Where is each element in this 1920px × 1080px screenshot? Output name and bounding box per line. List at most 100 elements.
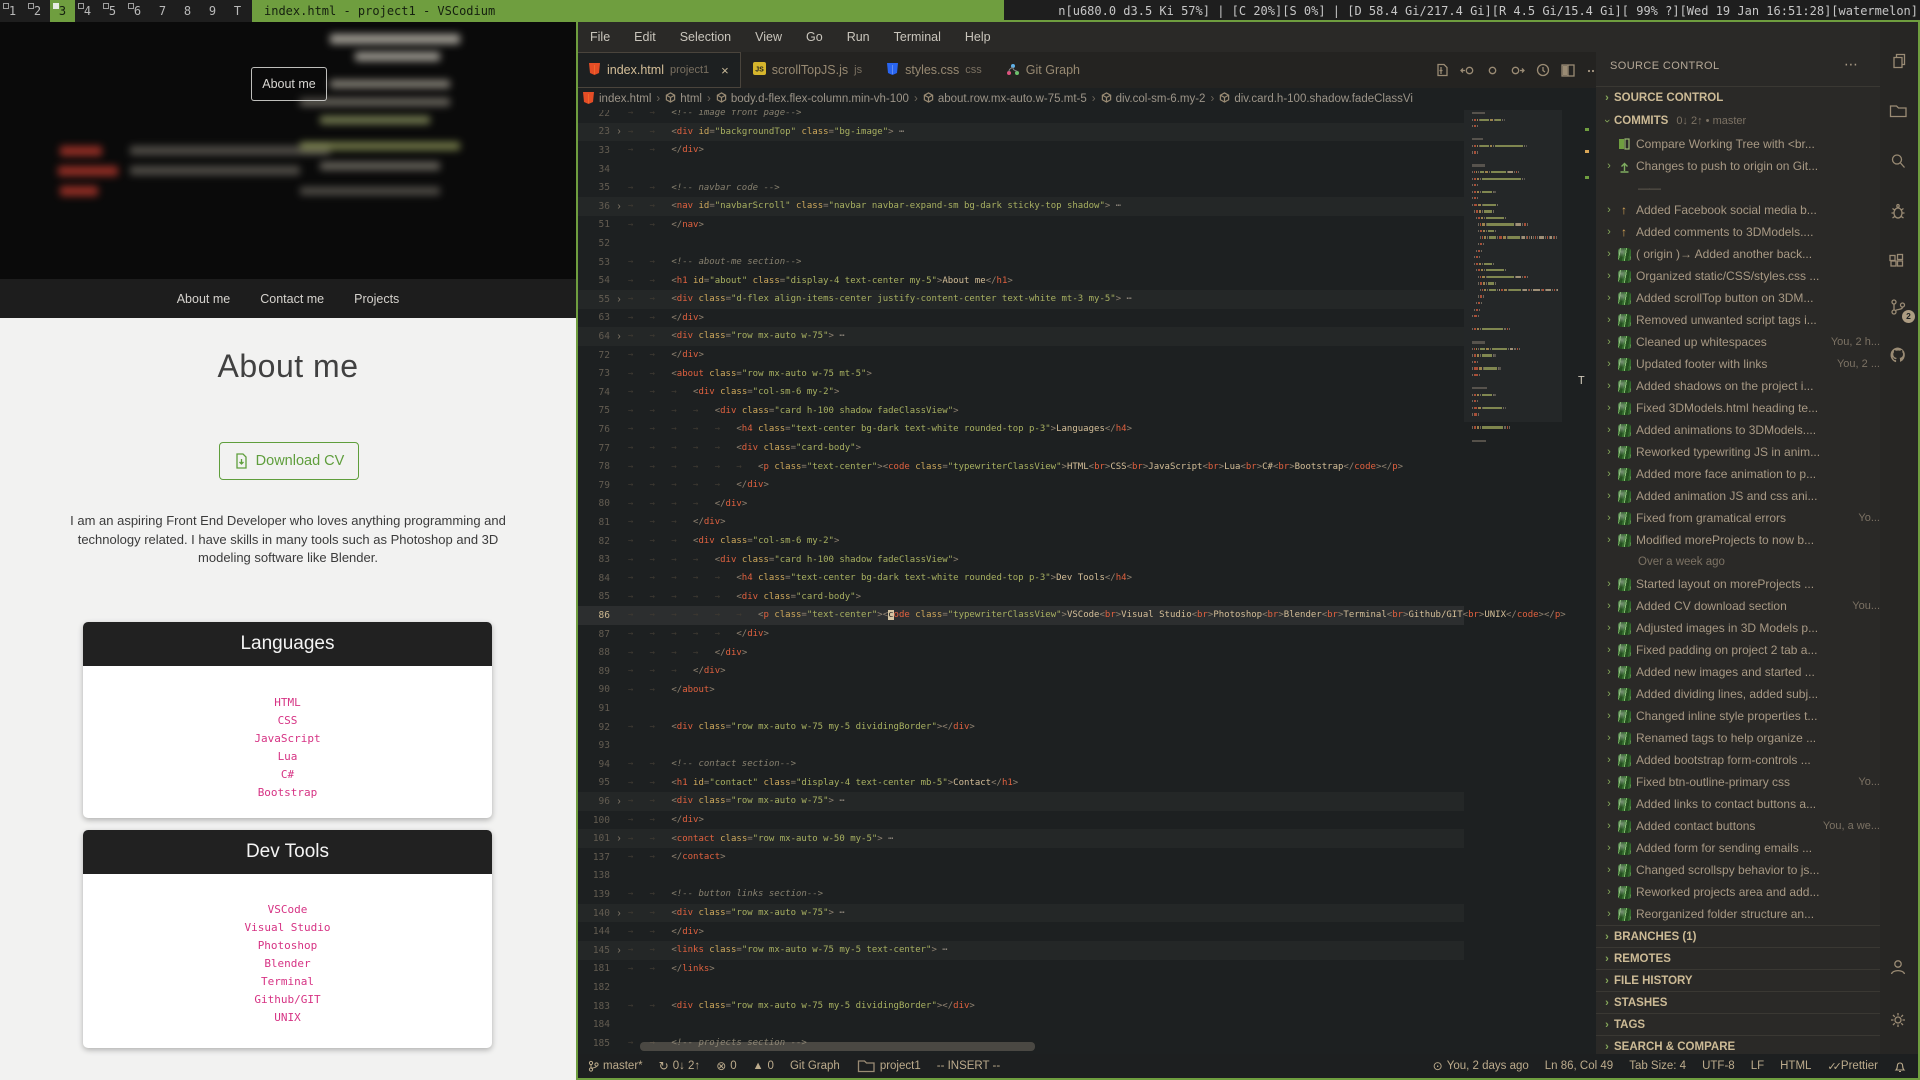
menu-edit[interactable]: Edit — [634, 30, 656, 44]
file-compare-icon[interactable] — [1436, 63, 1449, 77]
code-line-140[interactable]: 140 › → → <div class="row mx-auto w-75"> ⋯ — [576, 904, 1464, 923]
chevron-right-icon[interactable]: › — [1602, 270, 1616, 282]
workspace-tag-9[interactable]: 9 — [200, 0, 225, 22]
commit-row[interactable]: › Adjusted images in 3D Models p... — [1596, 617, 1880, 639]
next-change-icon[interactable] — [1510, 64, 1525, 77]
status-item-ln-86-col-49[interactable]: Ln 86, Col 49 — [1545, 1060, 1613, 1072]
status-item-utf-8[interactable]: UTF-8 — [1702, 1060, 1735, 1072]
chevron-right-icon[interactable]: › — [1602, 644, 1616, 656]
commit-row[interactable]: › Added animations to 3DModels.... — [1596, 419, 1880, 441]
chevron-right-icon[interactable]: › — [1602, 886, 1616, 898]
code-line-181[interactable]: 181 → → </links> — [576, 960, 1464, 979]
scm-section-file-history[interactable]: › FILE HISTORY — [1596, 969, 1880, 992]
scm-section-stashes[interactable]: › STASHES — [1596, 991, 1880, 1014]
status-item-0[interactable]: ⊗ 0 — [716, 1059, 736, 1073]
chevron-right-icon[interactable]: › — [1602, 512, 1616, 524]
chevron-right-icon[interactable]: › — [1602, 358, 1616, 370]
code-line-182[interactable]: 182 — [576, 978, 1464, 997]
workspace-tag-4[interactable]: 4 — [75, 0, 100, 22]
status-item-lf[interactable]: LF — [1751, 1060, 1764, 1072]
workspace-tag-8[interactable]: 8 — [175, 0, 200, 22]
code-line-79[interactable]: 79 → → → → → </div> — [576, 476, 1464, 495]
chevron-right-icon[interactable]: › — [1602, 402, 1616, 414]
chevron-right-icon[interactable]: › — [1602, 204, 1616, 216]
chevron-right-icon[interactable]: › — [1602, 424, 1616, 436]
settings-icon[interactable] — [1888, 1010, 1910, 1032]
code-line-52[interactable]: 52 — [576, 234, 1464, 253]
commit-row[interactable]: › Added dividing lines, added subj... — [1596, 683, 1880, 705]
code-line-84[interactable]: 84 → → → → → <h4 class="text-center bg-da… — [576, 569, 1464, 588]
code-line-93[interactable]: 93 — [576, 736, 1464, 755]
commit-row[interactable]: › Modified moreProjects to now b... — [1596, 529, 1880, 551]
menu-file[interactable]: File — [590, 30, 610, 44]
breadcrumb-item[interactable]: div.card.h-100.shadow.fadeClassVi — [1219, 92, 1413, 106]
files-icon[interactable] — [1888, 51, 1910, 73]
workspace-tag-3[interactable]: 3 — [50, 0, 75, 22]
chevron-right-icon[interactable]: › — [1602, 248, 1616, 260]
fold-chevron-icon[interactable]: › — [610, 331, 628, 342]
commit-row[interactable]: › Changed inline style properties t... — [1596, 705, 1880, 727]
commit-row[interactable]: › Added contact buttons You, a we... — [1596, 815, 1880, 837]
code-line-91[interactable]: 91 — [576, 699, 1464, 718]
status-item-0[interactable]: ▲ 0 — [753, 1060, 774, 1072]
folder-icon[interactable] — [1888, 101, 1910, 123]
commit-row[interactable]: › Fixed from gramatical errors Yo... — [1596, 507, 1880, 529]
chevron-right-icon[interactable]: › — [1602, 908, 1616, 920]
code-line-35[interactable]: 35 → → <!-- navbar code --> — [576, 178, 1464, 197]
commits-header[interactable]: › COMMITS 0↓ 2↑ • master — [1596, 110, 1880, 132]
chevron-right-icon[interactable]: › — [1602, 688, 1616, 700]
code-line-183[interactable]: 183 → → <div class="row mx-auto w-75 my-5… — [576, 997, 1464, 1016]
chevron-right-icon[interactable]: › — [1602, 798, 1616, 810]
commit-row[interactable]: › Renamed tags to help organize ... — [1596, 727, 1880, 749]
code-line-145[interactable]: 145 › → → <links class="row mx-auto w-75 m… — [576, 941, 1464, 960]
code-line-82[interactable]: 82 → → → <div class="col-sm-6 my-2"> — [576, 532, 1464, 551]
workspace-tag-1[interactable]: 1 — [0, 0, 25, 22]
code-line-94[interactable]: 94 → → <!-- contact section--> — [576, 755, 1464, 774]
code-line-80[interactable]: 80 → → → → </div> — [576, 495, 1464, 514]
commit-row[interactable]: › ( origin )→ Added another back... — [1596, 243, 1880, 265]
code-line-53[interactable]: 53 → → <!-- about-me section--> — [576, 253, 1464, 272]
status-item--insert-[interactable]: -- INSERT -- — [937, 1060, 1000, 1072]
status-item-html[interactable]: HTML — [1780, 1060, 1811, 1072]
chevron-right-icon[interactable]: › — [1602, 732, 1616, 744]
commit-row[interactable]: › Added scrollTop button on 3DM... — [1596, 287, 1880, 309]
code-line-139[interactable]: 139 → → <!-- button links section--> — [576, 885, 1464, 904]
chevron-right-icon[interactable]: › — [1602, 622, 1616, 634]
code-line-89[interactable]: 89 → → → </div> — [576, 662, 1464, 681]
chevron-right-icon[interactable]: › — [1602, 710, 1616, 722]
commit-row[interactable]: › Added links to contact buttons a... — [1596, 793, 1880, 815]
search-icon[interactable] — [1888, 151, 1910, 173]
code-line-96[interactable]: 96 › → → <div class="row mx-auto w-75"> ⋯ — [576, 792, 1464, 811]
commit-row[interactable]: › Reorganized folder structure an... — [1596, 903, 1880, 925]
code-line-54[interactable]: 54 → → <h1 id="about" class="display-4 te… — [576, 271, 1464, 290]
code-line-74[interactable]: 74 → → → <div class="col-sm-6 my-2"> — [576, 383, 1464, 402]
breadcrumb-item[interactable]: body.d-flex.flex-column.min-vh-100 — [716, 92, 909, 106]
github-icon[interactable] — [1888, 345, 1910, 367]
fold-chevron-icon[interactable]: › — [610, 796, 628, 807]
breadcrumb-item[interactable]: div.col-sm-6.my-2 — [1101, 92, 1205, 106]
breadcrumb-item[interactable]: about.row.mx-auto.w-75.mt-5 — [923, 92, 1087, 106]
code-line-92[interactable]: 92 → → <div class="row mx-auto w-75 my-5 … — [576, 718, 1464, 737]
minimap[interactable] — [1464, 88, 1562, 1054]
extensions-icon[interactable] — [1888, 252, 1910, 274]
chevron-right-icon[interactable]: › — [1602, 600, 1616, 612]
menu-go[interactable]: Go — [806, 30, 823, 44]
code-line-88[interactable]: 88 → → → → </div> — [576, 643, 1464, 662]
commit-row[interactable]: › Reworked projects area and add... — [1596, 881, 1880, 903]
account-icon[interactable] — [1888, 957, 1910, 979]
status-item-git-graph[interactable]: Git Graph — [790, 1060, 840, 1072]
menu-view[interactable]: View — [755, 30, 782, 44]
commit-row[interactable]: › Added form for sending emails ... — [1596, 837, 1880, 859]
code-line-138[interactable]: 138 — [576, 867, 1464, 886]
code-line-100[interactable]: 100 → → </div> — [576, 811, 1464, 830]
nav-link-projects[interactable]: Projects — [354, 292, 399, 306]
code-line-85[interactable]: 85 → → → → → <div class="card-body"> — [576, 588, 1464, 607]
commit-row[interactable]: › Changed scrollspy behavior to js... — [1596, 859, 1880, 881]
nav-link-about-me[interactable]: About me — [177, 292, 231, 306]
chevron-right-icon[interactable]: › — [1602, 380, 1616, 392]
code-line-137[interactable]: 137 → → </contact> — [576, 848, 1464, 867]
chevron-right-icon[interactable]: › — [1602, 446, 1616, 458]
prev-change-icon[interactable] — [1460, 64, 1475, 77]
code-line-144[interactable]: 144 → → </div> — [576, 922, 1464, 941]
commit-row[interactable]: › Started layout on moreProjects ... — [1596, 573, 1880, 595]
